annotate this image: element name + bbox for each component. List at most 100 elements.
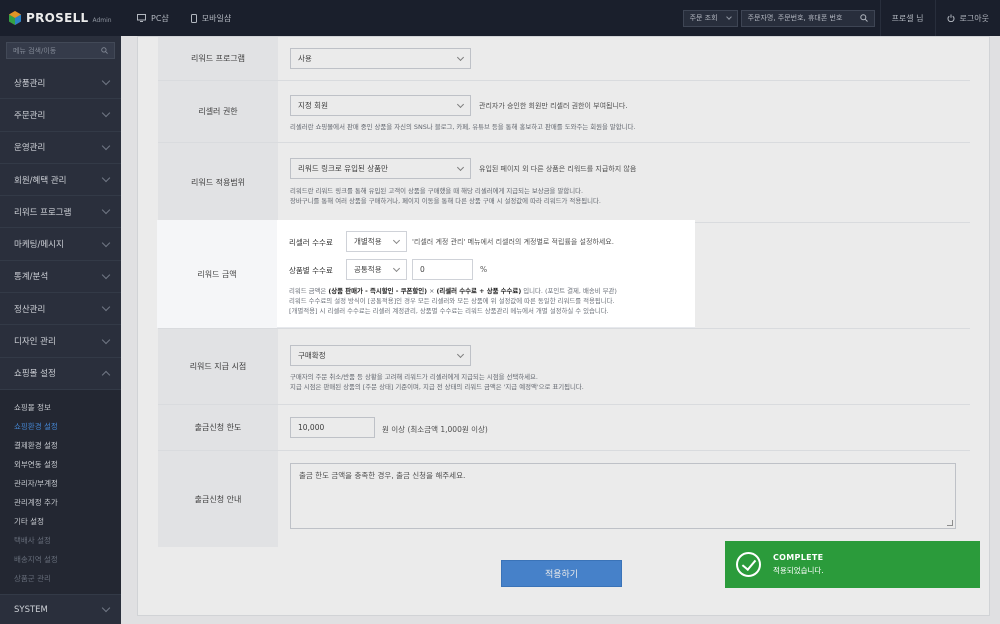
row-reseller-auth: 리셀러 권한 지정 회원 관리자가 승인한 회원만 리셀러 권한이 부여됩니다.… [158,81,970,143]
nav-pc-shop-label: PC샵 [151,13,169,23]
complete-toast[interactable]: COMPLETE 적용되었습니다. [725,541,980,588]
select-value: 공통적용 [354,265,382,274]
sidebar-item-label: 주문관리 [14,110,46,121]
chevron-down-icon [725,14,732,20]
brand-logo[interactable]: PROSELL Admin [0,0,121,36]
sidebar-item-orders[interactable]: 주문관리 [0,99,121,132]
submenu-item[interactable]: 택배사 설정 [0,531,121,550]
field-label: 리셀러 권한 [158,81,278,142]
submenu-item[interactable]: 쇼핑몰 정보 [0,398,121,417]
submenu-item[interactable]: 외부연동 설정 [0,455,121,474]
nav-mobile-shop[interactable]: 모바일샵 [190,13,232,24]
reseller-rate-select[interactable]: 개별적용 [346,231,407,252]
chevron-down-icon [101,238,111,247]
reward-amount-help-1: 리워드 금액은 (상품 판매가 - 즉시할인 - 쿠폰할인) × (리셀러 수수… [289,287,617,297]
reward-scope-note: 유입된 페이지 외 다른 상품은 리워드를 지급하지 않음 [479,165,637,173]
order-lookup-value: 주문 조회 [689,14,718,22]
sidebar-item-operations[interactable]: 운영관리 [0,132,121,164]
sidebar-item-reward[interactable]: 리워드 프로그램 [0,196,121,229]
menu-search-input[interactable]: 메뉴 검색/이동 [6,42,115,59]
sidebar-item-design[interactable]: 디자인 관리 [0,325,121,358]
sidebar-item-label: 마케팅/메시지 [14,240,64,251]
submenu-item-active[interactable]: 쇼핑환경 설정 [0,417,121,436]
product-rate-input[interactable]: 0 [412,259,473,280]
chevron-down-icon [101,76,111,86]
submenu-item[interactable]: 기타 설정 [0,512,121,531]
search-icon[interactable] [859,14,868,22]
chevron-down-icon [101,335,111,344]
top-bar: PROSELL Admin PC샵 모바일샵 주문 조회 주문자명, 주문번호,… [0,0,1000,36]
help-text: 리워드 금액은 [289,287,329,295]
sidebar-item-label: 상품관리 [14,78,46,89]
chevron-down-icon [101,109,111,118]
chevron-down-icon [456,100,465,108]
select-value: 지정 회원 [298,101,328,110]
sidebar-item-marketing[interactable]: 마케팅/메시지 [0,228,121,261]
logout-button[interactable]: 로그아웃 [934,0,1000,36]
logout-label: 로그아웃 [959,13,989,23]
select-value: 사용 [298,54,312,63]
nav-pc-shop[interactable]: PC샵 [137,13,169,24]
sidebar-item-stats[interactable]: 통계/분석 [0,261,121,294]
submenu-item[interactable]: 상품군 관리 [0,569,121,588]
reseller-auth-help: 리셀러란 쇼핑몰에서 판매 중인 상품을 자신의 SNS나 블로그, 카페, 유… [290,123,636,131]
sidebar: 메뉴 검색/이동 상품관리 주문관리 운영관리 회원/혜택 관리 리워드 프로그… [0,36,121,624]
sidebar-item-members[interactable]: 회원/혜택 관리 [0,164,121,197]
submenu-item[interactable]: 관리자/부계정 [0,474,121,493]
reward-program-select[interactable]: 사용 [290,48,471,69]
reward-amount-help-2: 리워드 수수료의 설정 방식이 [공통적용]인 경우 모든 리셀러와 모든 상품… [289,297,615,305]
row-reward-program: 리워드 프로그램 사용 [158,37,970,81]
chevron-down-icon [101,603,111,613]
field-label: 리워드 지급 시점 [158,329,278,404]
reward-scope-help-2: 장바구니를 통해 여러 상품을 구매하거나, 페이지 이동을 통해 다른 상품 … [290,197,601,205]
reward-scope-select[interactable]: 리워드 링크로 유입된 상품만 [290,158,471,179]
profile-link[interactable]: 프로셀 님 [879,0,935,36]
submenu-item[interactable]: 관리계정 추가 [0,493,121,512]
payout-time-help-1: 구매자의 주문 취소/반품 등 상황을 고려해 리워드가 리셀러에게 지급되는 … [290,373,538,381]
sidebar-item-label: 쇼핑몰 설정 [14,369,56,380]
resize-grip-icon[interactable] [947,520,953,526]
chevron-down-icon [456,53,465,61]
chevron-down-icon [101,302,111,312]
power-icon [947,14,955,22]
chevron-up-icon [101,370,111,380]
reward-scope-help-1: 리워드란 리워드 링크를 통해 유입된 고객이 상품을 구매했을 때 해당 리셀… [290,187,584,195]
withdraw-limit-note: 원 이상 (최소금액 1,000원 이상) [382,425,488,434]
profile-name: 프로셀 님 [891,13,924,23]
sidebar-item-system[interactable]: SYSTEM [0,594,121,624]
sidebar-item-label: 디자인 관리 [14,337,56,348]
menu-search-placeholder: 메뉴 검색/이동 [13,46,57,55]
select-value: 개별적용 [354,237,382,246]
product-rate-select[interactable]: 공통적용 [346,259,407,280]
reseller-auth-select[interactable]: 지정 회원 [290,95,471,116]
select-value: 구매확정 [298,351,326,360]
sidebar-item-label: 리워드 프로그램 [14,207,72,218]
order-search-input[interactable]: 주문자명, 주문번호, 휴대폰 번호 [740,9,875,27]
chevron-down-icon [392,236,401,244]
select-value: 리워드 링크로 유입된 상품만 [298,164,388,173]
prosell-logo-icon [9,11,21,25]
row-payout-time: 리워드 지급 시점 구매확정 구매자의 주문 취소/반품 등 상황을 고려해 리… [158,329,970,405]
payout-time-select[interactable]: 구매확정 [290,345,471,366]
sidebar-item-shop-settings[interactable]: 쇼핑몰 설정 [0,358,121,390]
withdraw-notice-textarea[interactable]: 출금 한도 금액을 충족한 경우, 출금 신청을 해주세요. [290,463,956,529]
sidebar-item-label: 운영관리 [14,143,46,154]
field-label: 리워드 적용범위 [158,143,278,222]
field-label: 리워드 프로그램 [158,37,278,80]
chevron-down-icon [101,141,111,150]
toast-message: 적용되었습니다. [773,566,824,575]
field-label: 리워드 금액 [157,220,277,328]
chevron-down-icon [101,173,111,183]
reseller-rate-note: '리셀러 계정 관리' 메뉴에서 리셀러의 계정별로 적립률을 설정하세요. [412,238,614,246]
submenu-item[interactable]: 배송지역 설정 [0,550,121,569]
sidebar-item-products[interactable]: 상품관리 [0,67,121,100]
order-lookup-select[interactable]: 주문 조회 [682,9,738,27]
apply-button[interactable]: 적용하기 [501,560,622,587]
nav-mobile-shop-label: 모바일샵 [201,13,232,23]
submenu-item[interactable]: 결제환경 설정 [0,436,121,455]
sidebar-item-settlement[interactable]: 정산관리 [0,293,121,326]
check-circle-icon [736,552,761,577]
search-icon[interactable] [101,47,108,54]
withdraw-limit-input[interactable]: 10,000 [290,417,375,438]
payout-time-help-2: 지급 시점은 판매된 상품의 [주문 상태] 기준이며, 지급 전 상태의 리워… [290,383,584,391]
